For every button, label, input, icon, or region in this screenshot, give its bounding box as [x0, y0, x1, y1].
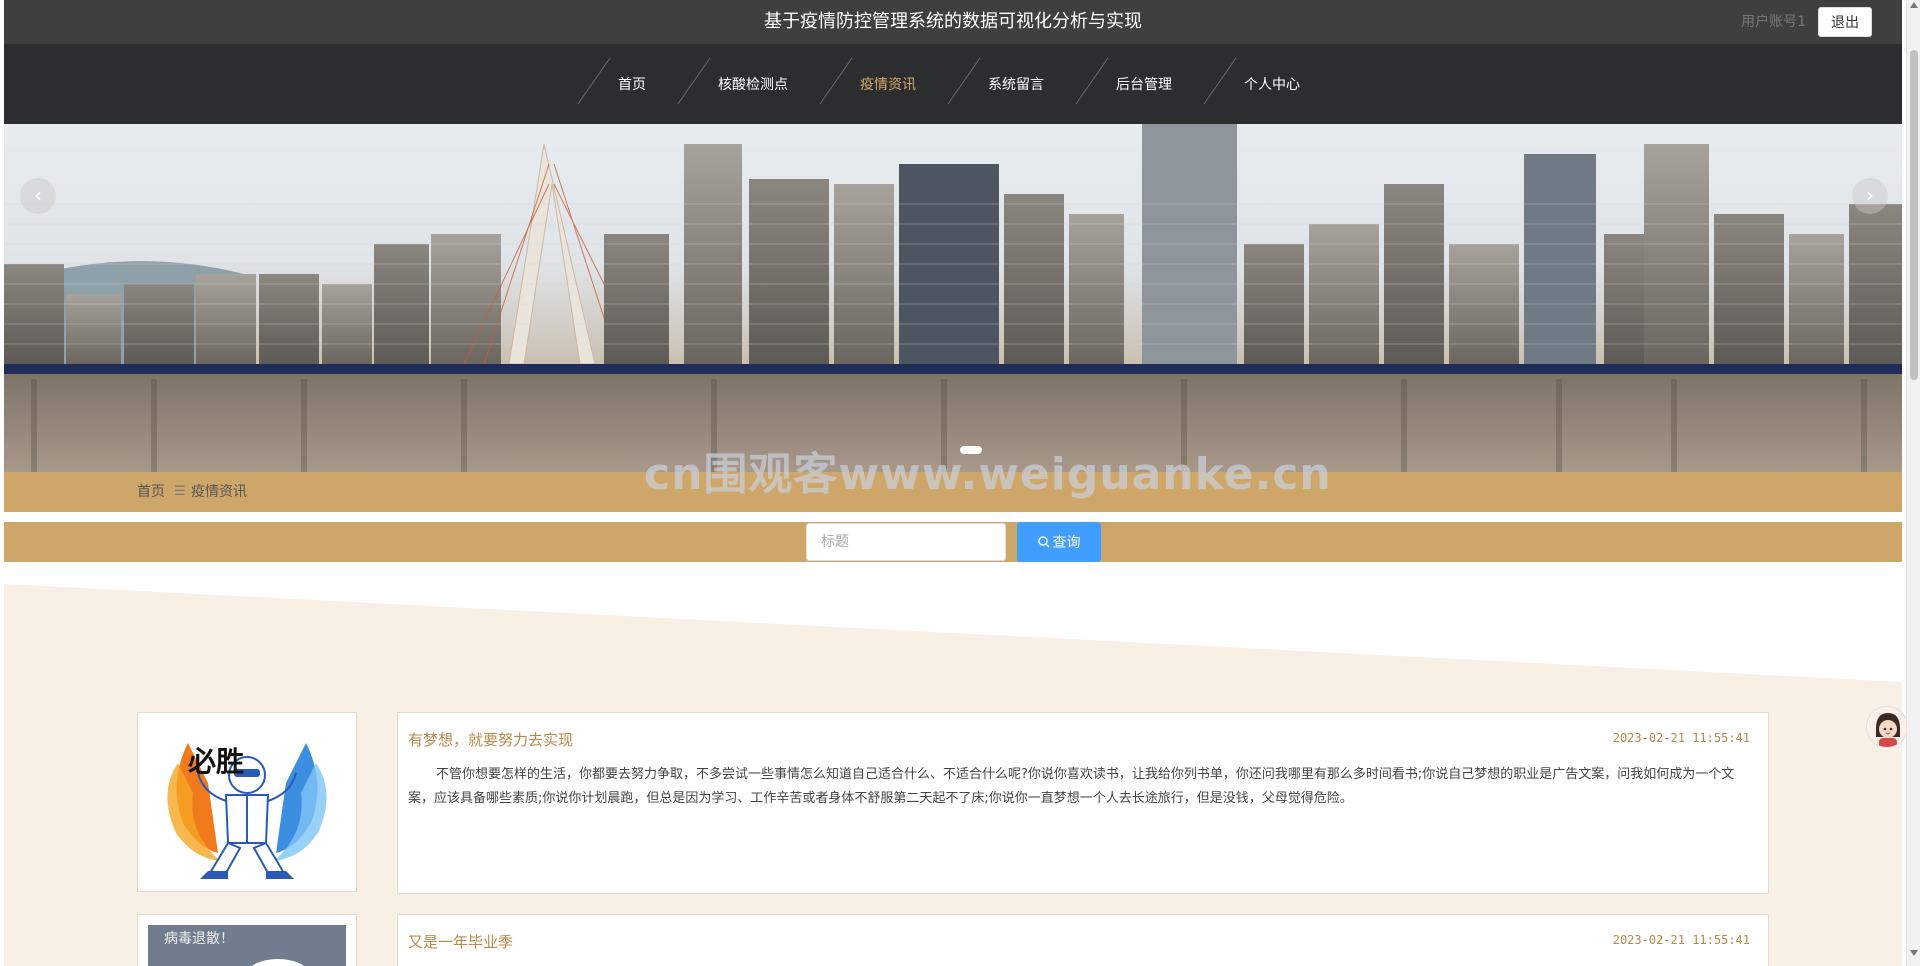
search-input[interactable] [806, 523, 1006, 561]
nav-divider-icon [947, 57, 981, 105]
carousel-prev-button[interactable]: ‹ [20, 178, 56, 214]
nav-item-label: 个人中心 [1244, 77, 1300, 93]
article-date: 2023-02-21 11:55:41 [1612, 731, 1750, 745]
breadcrumb-current: 疫情资讯 [191, 484, 247, 500]
assistant-avatar[interactable] [1866, 706, 1908, 748]
breadcrumb-home[interactable]: 首页 [137, 472, 165, 512]
breadcrumb-separator-icon: ☰ [174, 484, 186, 499]
search-button-label: 查询 [1052, 535, 1081, 551]
nav-item-messages[interactable]: 系统留言 [946, 44, 1074, 124]
nav-item-label: 首页 [618, 77, 646, 93]
article-date: 2023-02-21 11:55:41 [1612, 933, 1750, 947]
article-card[interactable]: 又是一年毕业季 2023-02-21 11:55:41 [397, 914, 1769, 966]
nav-divider-icon [1075, 57, 1109, 105]
thumbnail-text: 病毒退散！ [164, 931, 234, 947]
top-bar: 基于疫情防控管理系统的数据可视化分析与实现 用户账号1 退出 [4, 0, 1902, 44]
watermark-text: cn围观客www.weiguanke.cn [644, 449, 1332, 500]
virus-away-image: 病毒退散！ [148, 925, 346, 966]
article-title[interactable]: 又是一年毕业季 [408, 931, 513, 952]
victory-mascot-image: 必胜 [148, 723, 346, 881]
search-button[interactable]: 查询 [1017, 522, 1101, 562]
city-skyline-image [4, 124, 1902, 472]
nav-item-testing-sites[interactable]: 核酸检测点 [676, 44, 818, 124]
nav-bar: 首页 核酸检测点 疫情资讯 系统留言 后台管理 个人中心 [4, 44, 1902, 124]
girl-avatar-icon [1867, 707, 1907, 747]
site-title: 基于疫情防控管理系统的数据可视化分析与实现 [764, 11, 1142, 32]
user-account[interactable]: 用户账号1 [1741, 0, 1806, 44]
article-summary: 不管你想要怎样的生活，你都要去努力争取，不多尝试一些事情怎么知道自己适合什么、不… [408, 767, 1735, 806]
page: 基于疫情防控管理系统的数据可视化分析与实现 用户账号1 退出 首页 核酸检测点 … [4, 0, 1902, 966]
article-thumbnail[interactable]: 病毒退散！ [137, 914, 357, 966]
carousel-next-button[interactable]: › [1852, 178, 1888, 214]
search-bar: 查询 [4, 522, 1902, 562]
nav-item-profile[interactable]: 个人中心 [1202, 44, 1330, 124]
nav-item-news[interactable]: 疫情资讯 [818, 44, 946, 124]
nav-item-label: 疫情资讯 [860, 77, 916, 93]
nav-item-home[interactable]: 首页 [576, 44, 676, 124]
scroll-down-arrow-icon[interactable] [1910, 950, 1918, 956]
nav-divider-icon [577, 57, 611, 105]
nav-divider-icon [677, 57, 711, 105]
scroll-up-arrow-icon[interactable] [1910, 2, 1918, 8]
nav-item-label: 后台管理 [1116, 77, 1172, 93]
banner-carousel: ‹ › [4, 124, 1902, 472]
article-thumbnail[interactable]: 必胜 [137, 712, 357, 892]
article-card[interactable]: 有梦想，就要努力去实现 2023-02-21 11:55:41 不管你想要怎样的… [397, 712, 1769, 894]
nav-item-label: 系统留言 [988, 77, 1044, 93]
nav-list: 首页 核酸检测点 疫情资讯 系统留言 后台管理 个人中心 [4, 44, 1902, 124]
article-title[interactable]: 有梦想，就要努力去实现 [408, 729, 573, 750]
nav-divider-icon [1203, 57, 1237, 105]
nav-divider-icon [819, 57, 853, 105]
scrollbar-thumb[interactable] [1910, 50, 1918, 380]
thumbnail-text: 必胜 [188, 745, 244, 778]
logout-button[interactable]: 退出 [1818, 7, 1872, 37]
nav-item-label: 核酸检测点 [718, 77, 788, 93]
nav-item-admin[interactable]: 后台管理 [1074, 44, 1202, 124]
vertical-scrollbar[interactable] [1906, 0, 1920, 966]
search-icon [1037, 536, 1049, 548]
